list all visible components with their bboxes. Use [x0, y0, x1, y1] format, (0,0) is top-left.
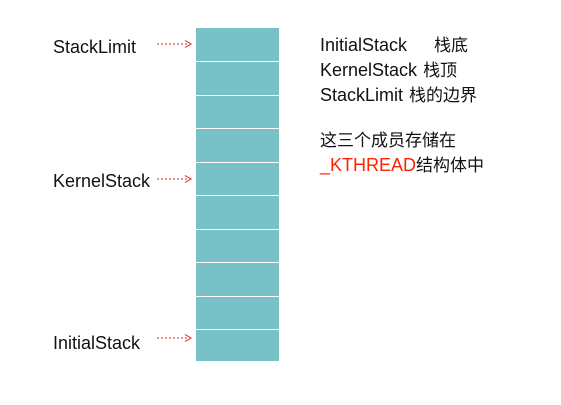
stack-cell — [196, 263, 279, 297]
stack-cell — [196, 330, 279, 361]
info-desc: 栈的边界 — [409, 86, 478, 106]
note-line1: 这三个成员存储在 — [320, 131, 456, 151]
stack-limit-arrow — [157, 40, 192, 48]
stack-cell — [196, 230, 279, 263]
stack-cell — [196, 96, 279, 129]
initial-stack-arrow — [157, 334, 192, 342]
info-name: InitialStack — [320, 35, 408, 55]
info-name: StackLimit — [320, 85, 404, 105]
member-description-list: InitialStack 栈底 KernelStack 栈顶 StackLimit 栈… — [320, 33, 477, 108]
kernel-stack-arrow — [157, 175, 192, 183]
info-line-initial-stack: InitialStack 栈底 — [320, 33, 477, 58]
stack-column — [196, 28, 279, 361]
stack-cell — [196, 62, 279, 96]
kthread-keyword: _KTHREAD — [320, 155, 417, 175]
info-line-stack-limit: StackLimit 栈的边界 — [320, 83, 477, 108]
stack-cell — [196, 163, 279, 196]
stack-cell — [196, 297, 279, 330]
stack-cell — [196, 28, 279, 62]
note-line2: _KTHREAD结构体中 — [320, 153, 484, 178]
info-desc: 栈顶 — [423, 61, 458, 81]
info-desc: 栈底 — [434, 36, 468, 56]
initial-stack-label: InitialStack — [53, 333, 141, 353]
storage-note: 这三个成员存储在 _KTHREAD结构体中 — [320, 129, 484, 178]
stack-cell — [196, 196, 279, 230]
kernel-stack-label: KernelStack — [53, 171, 151, 191]
info-line-kernel-stack: KernelStack 栈顶 — [320, 58, 477, 83]
note-suffix: 结构体中 — [416, 156, 485, 176]
stack-limit-label: StackLimit — [53, 37, 137, 57]
info-name: KernelStack — [320, 60, 418, 80]
stack-cell — [196, 129, 279, 163]
